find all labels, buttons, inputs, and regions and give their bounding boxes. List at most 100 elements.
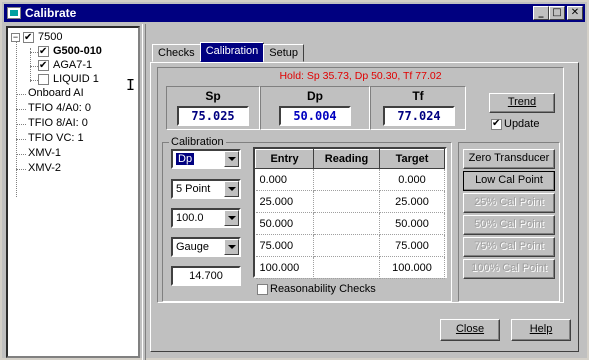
minus-box-icon[interactable]: − — [11, 33, 20, 42]
dp-group: Dp 50.004 — [260, 86, 370, 130]
tree-item-liquid[interactable]: LIQUID 1 — [38, 73, 99, 86]
reading-cell[interactable] — [313, 234, 380, 257]
app-icon — [7, 7, 21, 19]
tree-item-checkbox[interactable] — [38, 59, 49, 72]
main-pane: Checks Calibration Setup Hold: Sp 35.73,… — [148, 26, 585, 358]
atm-pressure-field[interactable]: 14.700 — [171, 266, 241, 286]
calibration-grid[interactable]: Entry Reading Target 0.000 0.000 25.000 … — [253, 147, 447, 279]
tab-calibration[interactable]: Calibration — [199, 42, 265, 62]
table-row[interactable]: 100.000 100.000 — [255, 256, 445, 279]
tree-item-label: TFIO 4/A0: 0 — [28, 102, 91, 114]
reading-cell[interactable] — [313, 256, 380, 279]
range-select-value: 100.0 — [176, 212, 204, 224]
grid-header-target[interactable]: Target — [379, 149, 445, 169]
tree-item-label: LIQUID 1 — [53, 73, 99, 85]
calibration-content: Hold: Sp 35.73, Dp 50.30, Tf 77.02 Sp 75… — [157, 67, 564, 303]
tree-root-checkbox[interactable] — [23, 31, 34, 44]
dp-value: 50.004 — [279, 106, 351, 126]
tree-item-aga7[interactable]: AGA7-1 — [38, 59, 92, 72]
update-toggle[interactable]: Update — [491, 118, 539, 130]
cal-point-50-button[interactable]: 50% Cal Point — [463, 215, 555, 235]
reasonability-label: Reasonability Checks — [270, 283, 376, 295]
tree-item-xmv1[interactable]: XMV-1 — [26, 147, 61, 160]
update-checkbox[interactable] — [491, 118, 502, 130]
tree-item-onboard-ai[interactable]: Onboard AI — [26, 87, 84, 100]
close-window-button[interactable]: ✕ — [567, 6, 583, 20]
tree-item-tfio-vc[interactable]: TFIO VC: 1 — [26, 132, 84, 145]
grid-header-reading[interactable]: Reading — [313, 149, 380, 169]
table-row[interactable]: 50.000 50.000 — [255, 212, 445, 235]
entry-cell[interactable]: 75.000 — [255, 234, 314, 257]
entry-cell[interactable]: 100.000 — [255, 256, 314, 279]
cal-point-75-button[interactable]: 75% Cal Point — [463, 237, 555, 257]
tree-item-xmv2[interactable]: XMV-2 — [26, 162, 61, 175]
entry-cell[interactable]: 0.000 — [255, 168, 314, 191]
maximize-button[interactable]: □ — [549, 6, 565, 20]
tree-connector — [16, 109, 26, 110]
minimize-button[interactable]: _ — [533, 6, 549, 20]
close-button-label: Close — [455, 323, 485, 335]
range-select[interactable]: 100.0 — [171, 208, 241, 228]
tf-value: 77.024 — [383, 106, 455, 126]
calibration-panel: Hold: Sp 35.73, Dp 50.30, Tf 77.02 Sp 75… — [150, 62, 579, 352]
chevron-down-icon[interactable] — [224, 210, 239, 226]
table-row[interactable]: 0.000 0.000 — [255, 168, 445, 191]
close-button[interactable]: Close — [440, 319, 500, 341]
chevron-down-icon[interactable] — [224, 151, 239, 167]
table-row[interactable]: 25.000 25.000 — [255, 190, 445, 213]
tree-connector — [30, 52, 38, 53]
points-select[interactable]: 5 Point — [171, 179, 241, 199]
tree-item-checkbox[interactable] — [38, 45, 49, 58]
pane-splitter[interactable] — [142, 24, 146, 360]
tab-setup[interactable]: Setup — [263, 44, 305, 62]
tree-item-tfio-4[interactable]: TFIO 4/A0: 0 — [26, 102, 91, 115]
tree-root[interactable]: − 7500 — [11, 31, 62, 44]
reasonability-toggle[interactable]: Reasonability Checks — [257, 283, 376, 295]
calibration-group: Calibration Dp 5 Point 100.0 Gauge 14.70… — [162, 136, 452, 302]
calibration-table: Entry Reading Target 0.000 0.000 25.000 … — [255, 149, 445, 279]
tree-connector — [30, 66, 38, 67]
help-button-label: Help — [529, 323, 553, 335]
help-button[interactable]: Help — [511, 319, 571, 341]
tree-item-tfio-8[interactable]: TFIO 8/AI: 0 — [26, 117, 88, 130]
tree-item-g500[interactable]: G500-010 — [38, 45, 102, 58]
ibeam-cursor-icon: I — [126, 76, 136, 94]
grid-header-row: Entry Reading Target — [255, 149, 445, 169]
sp-group: Sp 75.025 — [166, 86, 260, 130]
title-bar[interactable]: Calibrate _ □ ✕ — [4, 4, 585, 22]
window-title: Calibrate — [25, 6, 77, 20]
chevron-down-icon[interactable] — [224, 239, 239, 255]
table-row[interactable]: 75.000 75.000 — [255, 234, 445, 257]
entry-cell[interactable]: 25.000 — [255, 190, 314, 213]
cal-point-100-button[interactable]: 100% Cal Point — [463, 259, 555, 279]
tree-connector — [16, 169, 26, 170]
target-cell[interactable]: 0.000 — [379, 168, 445, 191]
entry-cell[interactable]: 50.000 — [255, 212, 314, 235]
chevron-down-icon[interactable] — [224, 181, 239, 197]
sp-label: Sp — [205, 89, 221, 103]
tab-checks[interactable]: Checks — [152, 44, 201, 62]
tree-item-label: TFIO 8/AI: 0 — [28, 117, 88, 129]
low-cal-point-button[interactable]: Low Cal Point — [463, 171, 555, 191]
tree-connector — [16, 94, 26, 95]
target-cell[interactable]: 50.000 — [379, 212, 445, 235]
pressure-type-select[interactable]: Gauge — [171, 237, 241, 257]
reading-cell[interactable] — [313, 190, 380, 213]
reading-cell[interactable] — [313, 212, 380, 235]
target-cell[interactable]: 25.000 — [379, 190, 445, 213]
dp-label: Dp — [307, 89, 323, 103]
cal-point-25-button[interactable]: 25% Cal Point — [463, 193, 555, 213]
tree-item-checkbox[interactable] — [38, 74, 49, 85]
trend-button[interactable]: Trend — [489, 93, 555, 113]
tree-item-label: Onboard AI — [28, 87, 84, 99]
variable-select-value: Dp — [176, 153, 195, 165]
device-tree[interactable]: − 7500 G500-010 AGA7-1 LIQUID 1 Onboard … — [6, 26, 140, 358]
grid-header-entry[interactable]: Entry — [255, 149, 314, 169]
zero-transducer-button[interactable]: Zero Transducer — [463, 149, 555, 169]
target-cell[interactable]: 75.000 — [379, 234, 445, 257]
variable-select[interactable]: Dp — [171, 149, 241, 169]
target-cell[interactable]: 100.000 — [379, 256, 445, 279]
tf-label: Tf — [412, 89, 424, 103]
reasonability-checkbox[interactable] — [257, 283, 268, 295]
reading-cell[interactable] — [313, 168, 380, 191]
